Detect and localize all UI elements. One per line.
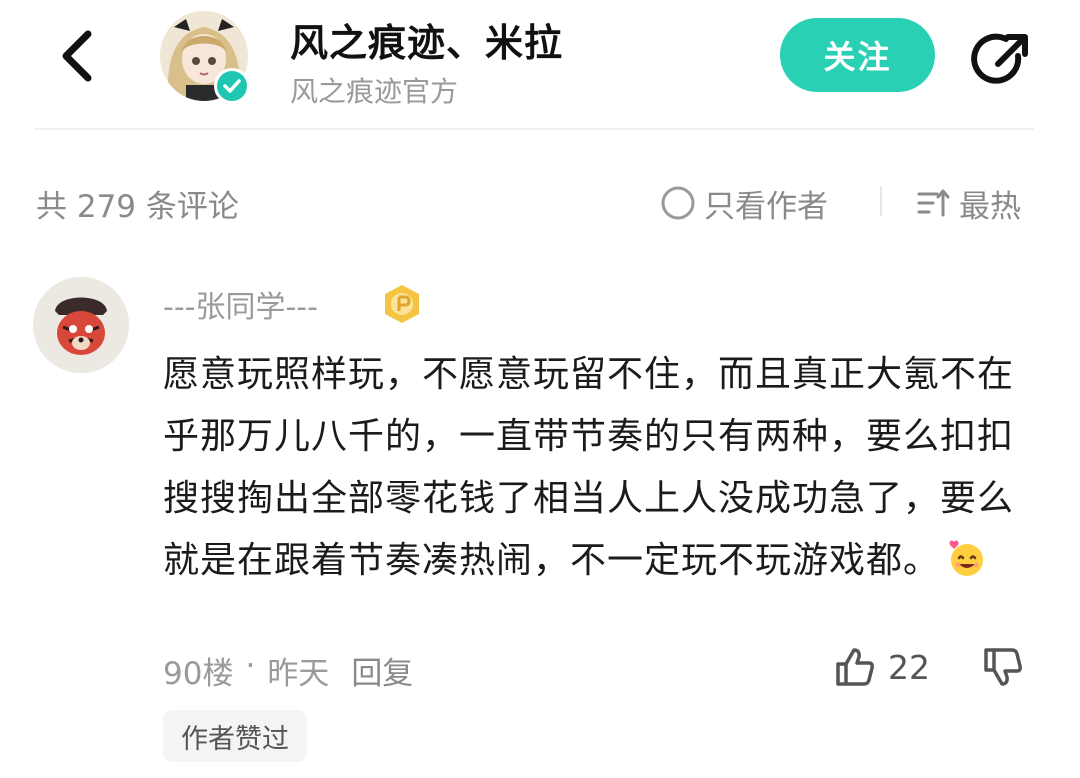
comment-count: 共 279 条评论 (36, 189, 239, 225)
only-author-label: 只看作者 (704, 188, 828, 225)
radio-circle-icon (661, 186, 695, 220)
verified-badge (214, 68, 250, 104)
sort-icon (917, 189, 950, 217)
comment-meta: 90楼 · 昨天 回复 (163, 648, 413, 693)
sort-button[interactable]: 最热 (915, 181, 1021, 225)
commenter-avatar[interactable] (33, 277, 129, 373)
tiger-avatar-image (33, 277, 129, 373)
level-badge-icon (385, 285, 419, 323)
author-liked-tag: 作者赞过 (163, 710, 307, 762)
chevron-left-icon (62, 30, 92, 82)
user-level-badge (381, 283, 423, 325)
comment-text: 愿意玩照样玩，不愿意玩留不住，而且真正大氪不在乎那万儿八千的，一直带节奏的只有两… (163, 344, 1023, 592)
thumbs-down-icon (984, 648, 1022, 686)
comment-time: 昨天 (267, 656, 330, 692)
user-name[interactable]: 风之痕迹、米拉 (290, 12, 563, 67)
dislike-button[interactable] (980, 644, 1028, 690)
back-button[interactable] (52, 22, 108, 90)
thumbs-up-icon (836, 648, 874, 686)
like-button[interactable]: 22 (832, 644, 930, 690)
sort-label: 最热 (959, 188, 1021, 225)
share-button[interactable] (968, 28, 1034, 94)
only-author-toggle[interactable]: 只看作者 (660, 181, 828, 225)
meta-separator: · (245, 648, 256, 684)
follow-button[interactable]: 关注 (780, 18, 935, 92)
verified-check-icon (223, 79, 241, 93)
share-icon (971, 33, 1028, 84)
bar-divider (880, 186, 882, 216)
user-subtitle: 风之痕迹官方 (290, 75, 459, 108)
reply-button[interactable]: 回复 (351, 648, 413, 693)
comment-body: 愿意玩照样玩，不愿意玩留不住，而且真正大氪不在乎那万儿八千的，一直带节奏的只有两… (163, 354, 1015, 581)
floor-number: 90楼 (163, 656, 234, 692)
grinning-heart-emoji-icon (946, 536, 986, 576)
header-divider (34, 128, 1034, 130)
commenter-name[interactable]: ---张同学--- (163, 282, 318, 326)
like-count: 22 (888, 647, 930, 687)
